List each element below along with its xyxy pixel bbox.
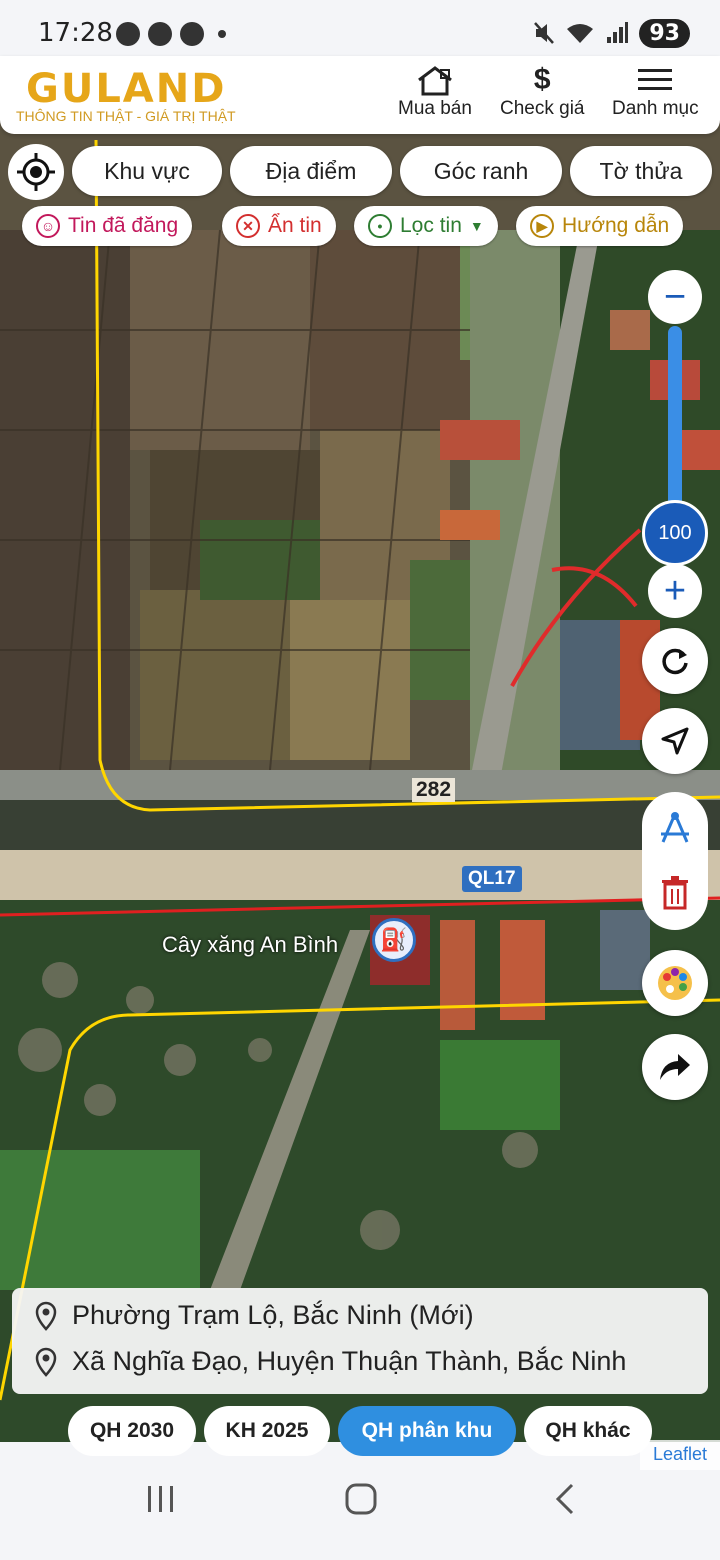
wifi-icon	[567, 24, 594, 43]
chip-label: Lọc tin	[400, 214, 462, 237]
trash-icon[interactable]	[660, 876, 690, 915]
poi-label: Cây xăng An Bình	[162, 932, 339, 957]
draw-tools-panel	[642, 792, 708, 930]
filter-dia-diem[interactable]: Địa điểm	[230, 146, 392, 196]
chip-huong-dan[interactable]: ▶ Hướng dẫn	[516, 206, 684, 246]
plan-qh-2030[interactable]: QH 2030	[68, 1406, 196, 1456]
dollar-icon: $	[533, 63, 551, 96]
road-ql17-label: QL17	[462, 866, 522, 892]
nav-label: Mua bán	[398, 98, 472, 119]
filter-goc-ranh[interactable]: Góc ranh	[400, 146, 562, 196]
back-icon[interactable]	[550, 1482, 580, 1516]
tagline: THÔNG TIN THẬT - GIÁ TRỊ THẬT	[16, 108, 236, 124]
zoom-in-button[interactable]: +	[648, 564, 702, 618]
plan-qh-phan-khu[interactable]: QH phân khu	[338, 1406, 516, 1456]
palette-icon	[658, 966, 692, 1000]
crosshair-icon	[17, 153, 55, 191]
notification-dot-icon	[218, 30, 226, 38]
chip-tin-da-dang[interactable]: ☺ Tin đã đăng	[22, 206, 193, 246]
nav-label: Danh mục	[612, 98, 699, 119]
plan-kh-2025[interactable]: KH 2025	[204, 1406, 330, 1456]
location-pin-icon	[35, 1347, 57, 1377]
play-icon: ▶	[530, 214, 554, 238]
chevron-down-icon: ▼	[469, 218, 484, 234]
mute-icon	[534, 22, 555, 44]
zoom-slider-knob[interactable]: 100	[642, 500, 708, 566]
plus-icon: +	[663, 569, 687, 612]
address-line-2: Xã Nghĩa Đạo, Huyện Thuận Thành, Bắc Nin…	[72, 1346, 627, 1376]
locate-me-button[interactable]	[8, 144, 64, 200]
close-circle-icon: ✕	[236, 214, 260, 238]
location-pin-icon	[35, 1301, 57, 1331]
plan-qh-khac[interactable]: QH khác	[524, 1406, 652, 1456]
nav-mua-ban[interactable]: Mua bán	[398, 62, 472, 120]
signal-icon	[607, 22, 629, 43]
chip-label: Ẩn tin	[268, 214, 322, 237]
zoom-out-button[interactable]: −	[648, 270, 702, 324]
palette-button[interactable]	[642, 950, 708, 1016]
satellite-map[interactable]: 282 QL17 Cây xăng An Bình ⛽	[0, 66, 720, 1442]
minus-icon: −	[663, 275, 687, 318]
address-old: Xã Nghĩa Đạo, Huyện Thuận Thành, Bắc Nin…	[34, 1346, 626, 1377]
measure-icon[interactable]	[657, 810, 693, 851]
logo[interactable]: GULAND	[26, 66, 226, 112]
zoom-slider-track[interactable]	[668, 326, 682, 526]
map-imagery	[0, 66, 720, 1442]
nav-danh-muc[interactable]: Danh mục	[612, 62, 699, 120]
wear-icon	[148, 22, 172, 46]
refresh-button[interactable]	[642, 628, 708, 694]
nav-check-gia[interactable]: $ Check giá	[500, 62, 585, 120]
filter-khu-vuc[interactable]: Khu vực	[72, 146, 222, 196]
filter-to-thua[interactable]: Tờ thửa	[570, 146, 712, 196]
messenger-icon	[116, 22, 140, 46]
messenger-icon	[180, 22, 204, 46]
address-new: Phường Trạm Lộ, Bắc Ninh (Mới)	[34, 1300, 474, 1331]
home-icon[interactable]	[344, 1482, 378, 1516]
refresh-icon	[662, 648, 688, 675]
address-line-1: Phường Trạm Lộ, Bắc Ninh (Mới)	[72, 1300, 474, 1330]
navigate-button[interactable]	[642, 708, 708, 774]
share-icon	[660, 1054, 690, 1080]
chip-label: Hướng dẫn	[562, 214, 670, 237]
nav-label: Check giá	[500, 98, 585, 119]
user-icon: ☺	[36, 214, 60, 238]
menu-icon	[638, 62, 673, 98]
recent-apps-icon[interactable]	[144, 1482, 178, 1516]
road-282-label: 282	[412, 778, 456, 802]
status-time: 17:28	[38, 18, 113, 48]
chip-an-tin[interactable]: ✕ Ẩn tin	[222, 206, 336, 246]
house-icon	[415, 62, 455, 98]
app-header: GULAND THÔNG TIN THẬT - GIÁ TRỊ THẬT Mua…	[0, 56, 720, 134]
pin-icon: •	[368, 214, 392, 238]
leaflet-attribution[interactable]: Leaflet	[640, 1440, 720, 1470]
address-panel: Phường Trạm Lộ, Bắc Ninh (Mới) Xã Nghĩa …	[12, 1288, 708, 1394]
navigation-arrow-icon	[661, 727, 689, 755]
gas-station-icon[interactable]: ⛽	[372, 918, 416, 962]
chip-loc-tin[interactable]: • Lọc tin ▼	[354, 206, 498, 246]
battery-badge: 93	[639, 18, 690, 48]
share-button[interactable]	[642, 1034, 708, 1100]
system-nav-bar	[0, 1442, 720, 1560]
chip-label: Tin đã đăng	[68, 214, 179, 237]
